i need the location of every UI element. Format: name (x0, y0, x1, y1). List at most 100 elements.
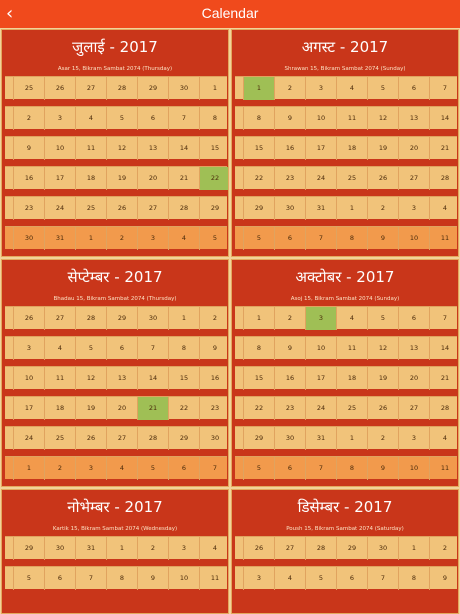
day-cell[interactable]: 7 (199, 457, 228, 480)
day-cell[interactable]: 27 (398, 397, 429, 420)
day-cell[interactable]: 17 (44, 167, 75, 190)
day-cell[interactable]: 12 (367, 107, 398, 130)
day-cell[interactable]: 19 (367, 367, 398, 390)
day-cell[interactable]: 2 (429, 537, 458, 560)
day-cell[interactable]: 18 (44, 397, 75, 420)
day-cell[interactable]: 5 (13, 567, 44, 590)
day-cell[interactable]: 28 (75, 307, 106, 330)
day-cell[interactable]: 8 (199, 107, 228, 130)
day-cell[interactable]: 15 (168, 367, 199, 390)
day-cell[interactable]: 29 (137, 77, 168, 100)
day-cell[interactable]: 4 (44, 337, 75, 360)
day-cell[interactable]: 9 (367, 227, 398, 250)
day-cell[interactable]: 7 (367, 567, 398, 590)
day-cell[interactable]: 23 (274, 397, 305, 420)
day-cell[interactable]: 23 (13, 197, 44, 220)
day-cell[interactable]: 10 (305, 337, 336, 360)
day-cell[interactable]: 31 (44, 227, 75, 250)
day-cell[interactable]: 31 (75, 537, 106, 560)
day-cell[interactable]: 17 (305, 137, 336, 160)
day-cell[interactable]: 28 (429, 397, 458, 420)
day-cell[interactable]: 28 (137, 427, 168, 450)
day-cell[interactable]: 12 (367, 337, 398, 360)
day-cell[interactable]: 13 (398, 107, 429, 130)
day-cell[interactable]: 3 (243, 567, 274, 590)
day-cell[interactable]: 24 (44, 197, 75, 220)
day-cell[interactable]: 26 (367, 397, 398, 420)
month-card[interactable]: जुलाई - 2017 Asar 15, Bikram Sambat 2074 … (1, 29, 229, 257)
day-cell[interactable]: 7 (429, 77, 458, 100)
day-cell[interactable]: 2 (44, 457, 75, 480)
day-cell[interactable]: 16 (274, 137, 305, 160)
day-cell[interactable]: 25 (75, 197, 106, 220)
day-cell[interactable]: 4 (336, 77, 367, 100)
day-cell[interactable]: 31 (305, 197, 336, 220)
day-cell[interactable]: 4 (429, 197, 458, 220)
day-cell[interactable]: 9 (429, 567, 458, 590)
day-cell[interactable]: 1 (199, 77, 228, 100)
day-cell[interactable]: 1 (243, 307, 274, 330)
day-cell[interactable]: 6 (336, 567, 367, 590)
day-cell[interactable]: 10 (13, 367, 44, 390)
day-cell[interactable]: 10 (44, 137, 75, 160)
day-cell[interactable]: 3 (398, 427, 429, 450)
day-cell[interactable]: 7 (305, 227, 336, 250)
day-cell[interactable]: 27 (44, 307, 75, 330)
day-cell[interactable]: 11 (336, 337, 367, 360)
day-cell[interactable]: 2 (106, 227, 137, 250)
day-cell[interactable]: 17 (305, 367, 336, 390)
day-cell[interactable]: 29 (336, 537, 367, 560)
day-cell[interactable]: 19 (106, 167, 137, 190)
day-cell[interactable]: 30 (44, 537, 75, 560)
day-cell[interactable]: 1 (336, 197, 367, 220)
month-card[interactable]: अक्टोबर - 2017 Asoj 15, Bikram Sambat 207… (231, 259, 459, 487)
day-cell[interactable]: 26 (13, 307, 44, 330)
day-cell[interactable]: 11 (336, 107, 367, 130)
day-cell[interactable]: 6 (168, 457, 199, 480)
day-cell[interactable]: 27 (398, 167, 429, 190)
day-cell[interactable]: 14 (137, 367, 168, 390)
day-cell[interactable]: 8 (243, 337, 274, 360)
day-cell[interactable]: 14 (168, 137, 199, 160)
day-cell[interactable]: 7 (168, 107, 199, 130)
day-cell[interactable]: 29 (199, 197, 228, 220)
day-cell[interactable]: 11 (199, 567, 228, 590)
day-cell[interactable]: 12 (106, 137, 137, 160)
day-cell[interactable]: 2 (137, 537, 168, 560)
day-cell[interactable]: 8 (336, 457, 367, 480)
day-cell[interactable]: 20 (106, 397, 137, 420)
day-cell[interactable]: 1 (106, 537, 137, 560)
day-cell[interactable]: 6 (44, 567, 75, 590)
day-cell[interactable]: 4 (274, 567, 305, 590)
day-cell[interactable]: 9 (274, 337, 305, 360)
day-cell[interactable]: 21 (429, 137, 458, 160)
day-cell[interactable]: 6 (137, 107, 168, 130)
day-cell[interactable]: 29 (168, 427, 199, 450)
day-cell[interactable]: 7 (429, 307, 458, 330)
day-cell[interactable]: 18 (75, 167, 106, 190)
day-cell[interactable]: 5 (106, 107, 137, 130)
day-cell[interactable]: 13 (137, 137, 168, 160)
day-cell[interactable]: 28 (305, 537, 336, 560)
day-cell[interactable]: 28 (106, 77, 137, 100)
day-cell[interactable]: 19 (75, 397, 106, 420)
day-cell[interactable]: 12 (75, 367, 106, 390)
day-cell[interactable]: 3 (305, 77, 336, 100)
day-cell[interactable]: 4 (336, 307, 367, 330)
day-cell[interactable]: 2 (274, 77, 305, 100)
day-cell[interactable]: 16 (274, 367, 305, 390)
day-cell[interactable]: 3 (75, 457, 106, 480)
day-cell[interactable]: 25 (336, 397, 367, 420)
day-cell[interactable]: 3 (398, 197, 429, 220)
day-cell[interactable]: 25 (336, 167, 367, 190)
day-cell[interactable]: 7 (75, 567, 106, 590)
day-cell[interactable]: 8 (168, 337, 199, 360)
day-cell[interactable]: 26 (243, 537, 274, 560)
day-cell[interactable]: 30 (13, 227, 44, 250)
day-cell[interactable]: 11 (44, 367, 75, 390)
day-cell[interactable]: 29 (243, 427, 274, 450)
day-cell[interactable]: 8 (106, 567, 137, 590)
day-cell[interactable]: 14 (429, 107, 458, 130)
day-cell[interactable]: 6 (398, 307, 429, 330)
day-cell[interactable]: 3 (137, 227, 168, 250)
